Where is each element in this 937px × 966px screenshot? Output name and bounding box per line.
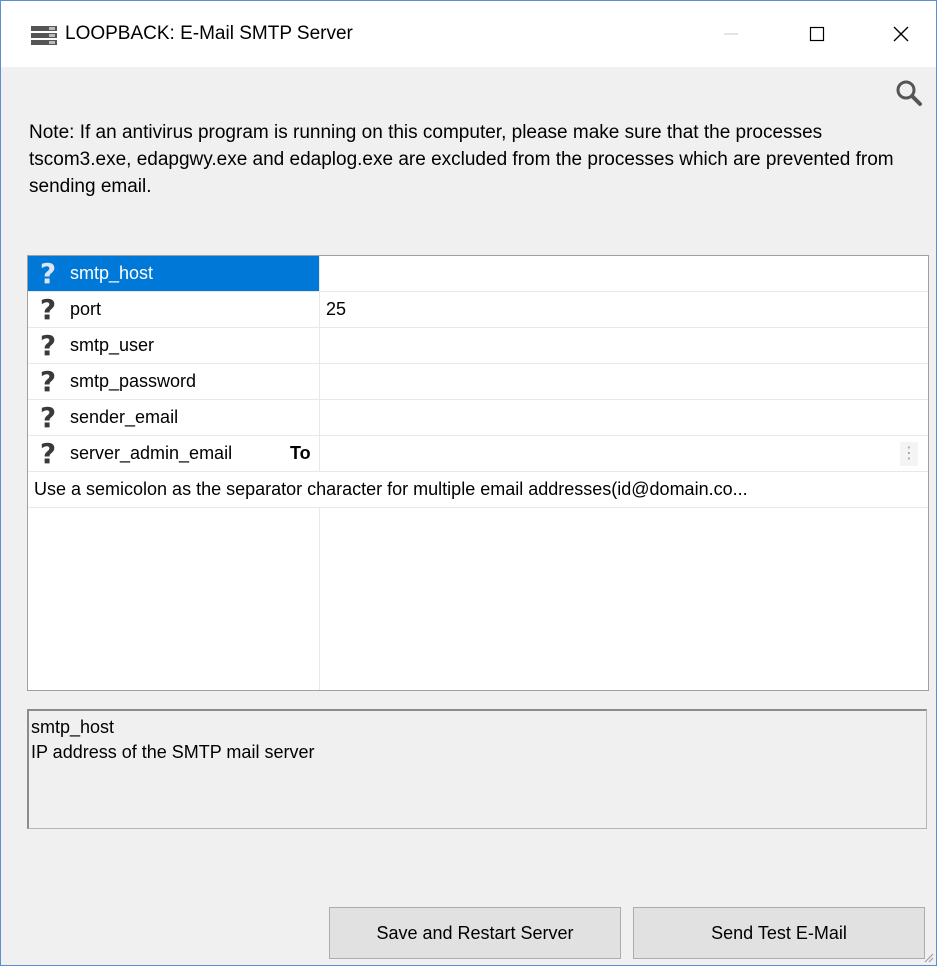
- server-rack-icon: [31, 26, 57, 45]
- close-button[interactable]: [871, 1, 931, 67]
- property-name-cell[interactable]: ? port: [28, 292, 319, 327]
- help-question-icon: ?: [39, 293, 57, 326]
- save-restart-button[interactable]: Save and Restart Server: [329, 907, 621, 959]
- help-question-icon: ?: [39, 365, 57, 398]
- separator-hint: Use a semicolon as the separator charact…: [28, 472, 928, 508]
- property-row-smtp-password[interactable]: ? smtp_password: [28, 364, 928, 400]
- property-name-cell[interactable]: ? smtp_host: [28, 256, 319, 291]
- property-name-cell[interactable]: ? server_admin_email: [28, 436, 319, 471]
- property-row-smtp-user[interactable]: ? smtp_user: [28, 328, 928, 364]
- maximize-icon: [809, 26, 825, 42]
- description-title: smtp_host: [31, 717, 115, 737]
- maximize-button[interactable]: [787, 1, 847, 67]
- property-row-server-admin-email[interactable]: ? server_admin_email To ⋮: [28, 436, 928, 472]
- description-text: IP address of the SMTP mail server: [31, 742, 315, 762]
- property-value[interactable]: 25: [326, 292, 346, 327]
- search-icon[interactable]: [895, 79, 923, 107]
- help-question-icon: ?: [39, 257, 57, 290]
- property-name: smtp_password: [70, 371, 197, 391]
- to-label: To: [290, 443, 311, 463]
- title-bar[interactable]: LOOPBACK: E-Mail SMTP Server: [1, 1, 936, 67]
- property-name: smtp_user: [70, 335, 155, 355]
- property-name-cell[interactable]: ? smtp_user: [28, 328, 319, 363]
- vertical-ellipsis-icon[interactable]: ⋮: [900, 442, 918, 466]
- help-question-icon: ?: [39, 437, 57, 470]
- window-title: LOOPBACK: E-Mail SMTP Server: [65, 23, 353, 44]
- help-question-icon: ?: [39, 401, 57, 434]
- property-name-cell[interactable]: ? sender_email: [28, 400, 319, 435]
- minimize-icon: [724, 33, 738, 35]
- close-icon: [893, 26, 909, 42]
- property-name: port: [70, 299, 102, 319]
- minimize-button[interactable]: [701, 1, 761, 67]
- send-test-email-button[interactable]: Send Test E-Mail: [633, 907, 925, 959]
- property-row-sender-email[interactable]: ? sender_email: [28, 400, 928, 436]
- antivirus-note: Note: If an antivirus program is running…: [29, 122, 894, 197]
- property-name-cell[interactable]: ? smtp_password: [28, 364, 319, 399]
- property-name: smtp_host: [70, 263, 154, 283]
- help-question-icon: ?: [39, 329, 57, 362]
- property-row-port[interactable]: ? port 25: [28, 292, 928, 328]
- smtp-server-window: LOOPBACK: E-Mail SMTP Server Note: If an…: [0, 0, 937, 966]
- property-description-panel: smtp_host IP address of the SMTP mail se…: [27, 709, 927, 829]
- property-grid[interactable]: ? smtp_host ? port 25 ? smtp_user ? smtp…: [27, 255, 929, 691]
- resize-grip-icon[interactable]: [920, 949, 934, 963]
- property-name: server_admin_email: [70, 443, 233, 463]
- property-name: sender_email: [70, 407, 179, 427]
- property-row-smtp-host[interactable]: ? smtp_host: [28, 256, 928, 292]
